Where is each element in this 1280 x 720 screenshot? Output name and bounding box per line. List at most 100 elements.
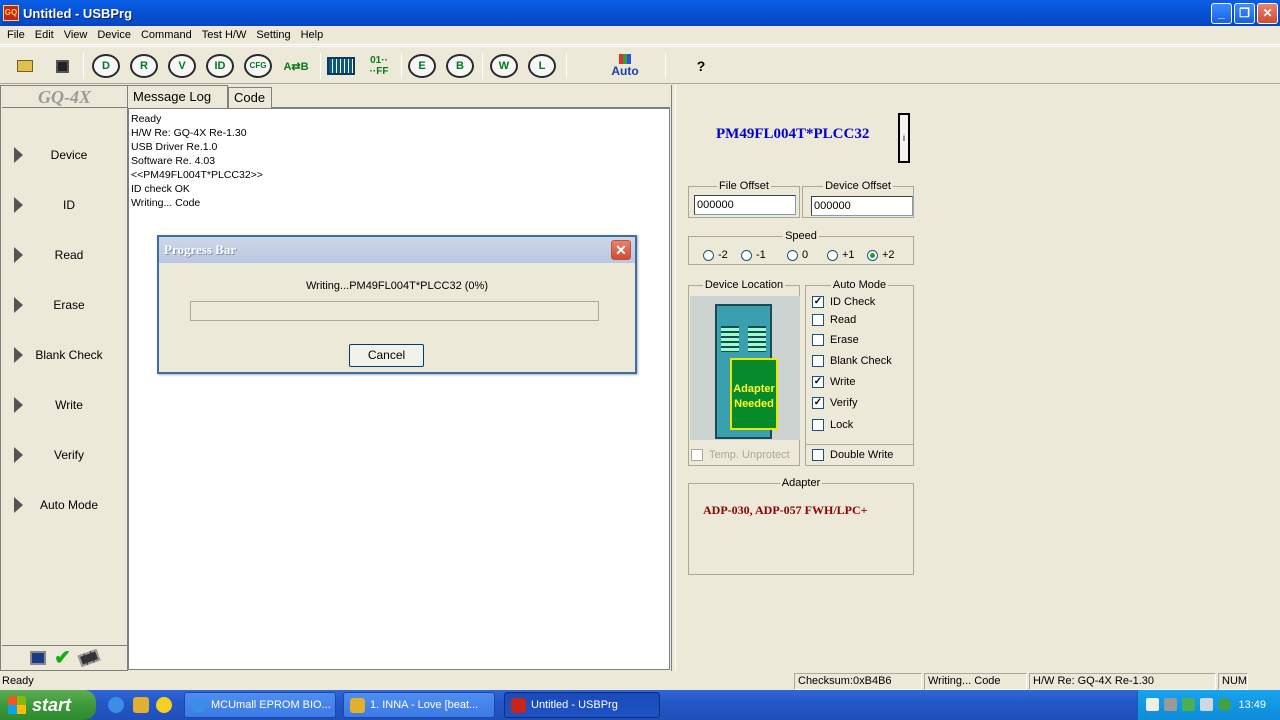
internet-explorer-icon[interactable] — [108, 697, 124, 713]
menu-help[interactable]: Help — [296, 29, 329, 41]
menu-test-hw[interactable]: Test H/W — [197, 29, 252, 41]
read-tool-button[interactable]: R — [127, 51, 161, 81]
menu-view[interactable]: View — [59, 29, 93, 41]
hex-editor-button[interactable] — [324, 51, 358, 81]
menu-file[interactable]: File — [2, 29, 30, 41]
minimize-button[interactable]: _ — [1211, 3, 1232, 24]
security-icon[interactable] — [1182, 698, 1195, 711]
restore-button[interactable]: ❐ — [1234, 3, 1255, 24]
update-icon[interactable] — [1218, 698, 1231, 711]
play-arrow-icon — [14, 197, 23, 213]
panel-splitter[interactable] — [671, 85, 676, 671]
device-tool-button[interactable]: D — [89, 51, 123, 81]
cancel-button[interactable]: Cancel — [349, 344, 424, 367]
menu-command[interactable]: Command — [136, 29, 197, 41]
auto-lock-checkbox[interactable]: Lock — [812, 419, 853, 431]
tab-bar: Message Log Code — [127, 85, 670, 108]
toolbar-separator — [566, 53, 567, 79]
auto-read-checkbox[interactable]: Read — [812, 314, 856, 326]
auto-tool-button[interactable]: Auto — [608, 51, 642, 81]
clock: 13:49 — [1238, 699, 1266, 711]
message-log[interactable]: Ready H/W Re: GQ-4X Re-1.30 USB Driver R… — [128, 108, 670, 670]
auto-id-check-checkbox[interactable]: ✓ ID Check — [812, 296, 875, 308]
messenger-icon[interactable] — [156, 697, 172, 713]
device-button-label: Device — [50, 148, 88, 162]
activity-field: Writing... Code — [924, 673, 1027, 690]
verify-button[interactable]: Verify — [5, 439, 125, 471]
speed-radio-minus1[interactable]: -1 — [741, 249, 766, 261]
status-bar: Ready Checksum:0xB4B6 Writing... Code H/… — [0, 672, 1280, 690]
open-button[interactable] — [8, 51, 42, 81]
help-button[interactable]: ? — [684, 51, 718, 81]
compare-tool-button[interactable]: A⇄B — [279, 51, 313, 81]
verify-tool-button[interactable]: V — [165, 51, 199, 81]
network-icon[interactable] — [1146, 698, 1159, 711]
checkbox-label: Erase — [830, 334, 859, 346]
task-label: MCUmall EPROM BIO... — [211, 699, 331, 711]
speed-radio-plus2[interactable]: +2 — [867, 249, 895, 261]
dialog-close-button[interactable]: ✕ — [611, 240, 631, 260]
read-button-label: Read — [54, 248, 84, 262]
toolbar-separator — [665, 53, 666, 79]
read-button[interactable]: Read — [5, 239, 125, 271]
write-tool-button[interactable]: W — [487, 51, 521, 81]
speed-radio-0[interactable]: 0 — [787, 249, 808, 261]
taskbar-item-winamp[interactable]: 1. INNA - Love [beat... — [343, 692, 495, 718]
auto-mode-button[interactable]: Auto Mode — [5, 489, 125, 521]
hw-version-field: H/W Re: GQ-4X Re-1.30 — [1029, 673, 1216, 690]
lock-tool-button[interactable]: L — [525, 51, 559, 81]
radio-dot — [827, 249, 838, 261]
compare-icon: A⇄B — [283, 60, 309, 73]
save-button[interactable] — [45, 51, 79, 81]
task-label: Untitled - USBPrg — [531, 699, 618, 711]
toolbar-separator — [401, 53, 402, 79]
auto-icon — [619, 54, 631, 64]
double-write-checkbox[interactable]: Double Write — [812, 449, 893, 461]
write-button[interactable]: Write — [5, 389, 125, 421]
tab-message-log[interactable]: Message Log — [127, 85, 228, 108]
speed-radio-minus2[interactable]: -2 — [703, 249, 728, 261]
keyboard-icon — [327, 57, 355, 75]
write-button-label: Write — [55, 398, 83, 412]
device-offset-input[interactable] — [811, 196, 913, 216]
erase-tool-button[interactable]: E — [405, 51, 439, 81]
auto-erase-checkbox[interactable]: Erase — [812, 334, 859, 346]
checkbox-label: Write — [830, 376, 856, 388]
fill-ff-button[interactable]: 01·· ··FF — [362, 51, 396, 81]
menu-edit[interactable]: Edit — [30, 29, 59, 41]
cfg-tool-button[interactable]: CFG — [241, 51, 275, 81]
device-offset-label: Device Offset — [825, 180, 891, 192]
device-button[interactable]: Device — [5, 139, 125, 171]
erase-button[interactable]: Erase — [5, 289, 125, 321]
close-button[interactable]: ✕ — [1257, 3, 1278, 24]
file-offset-input[interactable] — [694, 195, 796, 215]
auto-verify-checkbox[interactable]: ✓ Verify — [812, 397, 858, 409]
checkbox-box: ✓ — [812, 397, 824, 409]
winamp-icon[interactable] — [133, 697, 149, 713]
volume-icon[interactable] — [1164, 698, 1177, 711]
speed-radio-plus1[interactable]: +1 — [827, 249, 855, 261]
internet-explorer-icon — [191, 698, 206, 713]
auto-write-checkbox[interactable]: ✓ Write — [812, 376, 855, 388]
radio-dot — [741, 249, 752, 261]
id-button[interactable]: ID — [5, 189, 125, 221]
taskbar-item-mcumall[interactable]: MCUmall EPROM BIO... — [184, 692, 336, 718]
write-icon: W — [490, 54, 518, 78]
id-button-label: ID — [63, 198, 75, 212]
auto-blank-check-checkbox[interactable]: Blank Check — [812, 355, 892, 367]
taskbar-item-usbprg[interactable]: Untitled - USBPrg — [504, 692, 660, 718]
tab-code[interactable]: Code — [228, 87, 272, 108]
menu-device[interactable]: Device — [92, 29, 136, 41]
play-arrow-icon — [14, 497, 23, 513]
window-title: Untitled - USBPrg — [23, 5, 133, 21]
blank-check-tool-button[interactable]: B — [443, 51, 477, 81]
checkbox-box — [812, 419, 824, 431]
start-button[interactable]: start — [0, 690, 96, 720]
play-arrow-icon — [14, 397, 23, 413]
device-info-button[interactable]: i — [898, 113, 910, 163]
blank-check-button[interactable]: Blank Check — [5, 339, 125, 371]
id-tool-button[interactable]: ID — [203, 51, 237, 81]
keyboard-tray-icon[interactable] — [1200, 698, 1213, 711]
menu-setting[interactable]: Setting — [251, 29, 295, 41]
speed-radio-label: 0 — [802, 249, 809, 261]
